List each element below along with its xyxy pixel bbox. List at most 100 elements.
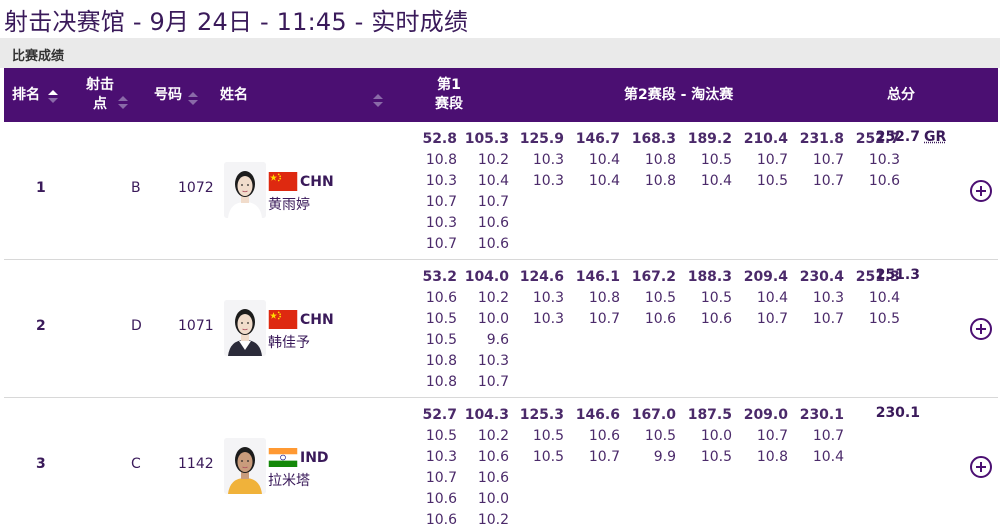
sort-rank-icon[interactable] (48, 90, 58, 104)
stage2-subtotal: 167.2 (626, 267, 676, 288)
table-row: 3 C 1142 IND 拉米塔 52.7 104.3 10.5 10.2 10.3 10.6 10.… (4, 398, 998, 527)
shot-score: 10.5 (407, 309, 457, 330)
shot-score: 10.8 (626, 150, 676, 171)
shot-score: 10.5 (626, 426, 676, 447)
shot-score: 10.8 (626, 171, 676, 192)
shot-score: 10.5 (682, 447, 732, 468)
rank-value: 3 (36, 456, 46, 472)
stage2-subtotal: 188.3 (682, 267, 732, 288)
shot-score: 10.5 (682, 288, 732, 309)
country-code: CHN (300, 174, 334, 190)
total-score: 251.3 (870, 267, 920, 283)
shot-score: 10.8 (407, 372, 457, 393)
shot-score: 10.3 (850, 150, 900, 171)
shot-score: 10.6 (682, 309, 732, 330)
shot-score: 10.6 (459, 468, 509, 489)
header-name[interactable]: 姓名 (220, 86, 248, 105)
page-title: 射击决赛馆 - 9月 24日 - 11:45 - 实时成绩 (4, 2, 468, 36)
stage2-subtotal: 209.4 (738, 267, 788, 288)
shot-score: 10.4 (682, 171, 732, 192)
header-stage1: 第1 赛段 (424, 76, 474, 114)
header-total: 总分 (887, 86, 915, 105)
shot-score: 10.7 (459, 192, 509, 213)
shot-score: 10.6 (407, 288, 457, 309)
table-row: 1 B 1072 CHN 黄雨婷 52.8 105.3 10.8 10.2 10.3 10.4 10.… (4, 122, 998, 260)
country-code: CHN (300, 312, 334, 328)
stage1-subtotal: 52.7 (407, 405, 457, 426)
shot-score: 10.3 (514, 150, 564, 171)
shot-score: 10.0 (459, 309, 509, 330)
country-code: IND (300, 450, 329, 466)
table-row: 2 D 1071 CHN 韩佳予 53.2 104.0 10.6 10.2 10.5 10.0 10.… (4, 260, 998, 398)
shot-score: 10.4 (570, 171, 620, 192)
bib-value: 1072 (178, 180, 214, 196)
stage1-subtotal: 105.3 (459, 129, 509, 150)
shot-score: 10.3 (459, 351, 509, 372)
shot-score: 10.3 (514, 171, 564, 192)
shot-score: 10.8 (407, 150, 457, 171)
shot-score: 10.7 (407, 192, 457, 213)
header-lane[interactable]: 射击 点 (82, 76, 118, 114)
athlete-photo (224, 438, 266, 494)
header-stage2: 第2赛段 - 淘汰赛 (624, 86, 733, 105)
shot-score: 10.2 (459, 426, 509, 447)
shot-score: 10.7 (738, 150, 788, 171)
shot-score: 10.6 (459, 447, 509, 468)
shot-score: 10.3 (407, 447, 457, 468)
shot-score: 10.5 (514, 426, 564, 447)
shot-score: 10.5 (407, 330, 457, 351)
stage2-subtotal: 189.2 (682, 129, 732, 150)
shot-score: 10.8 (570, 288, 620, 309)
shot-score: 10.4 (459, 171, 509, 192)
stage2-subtotal: 231.8 (794, 129, 844, 150)
expand-plus-icon[interactable] (970, 180, 992, 202)
stage2-subtotal: 124.6 (514, 267, 564, 288)
shot-score: 9.9 (626, 447, 676, 468)
stage2-subtotal: 168.3 (626, 129, 676, 150)
stage2-subtotal: 209.0 (738, 405, 788, 426)
shot-score: 10.7 (794, 426, 844, 447)
shot-score: 10.5 (407, 426, 457, 447)
china-flag-icon (268, 310, 298, 329)
record-badge[interactable]: GR (924, 129, 946, 145)
shot-score: 10.5 (514, 447, 564, 468)
rank-value: 2 (36, 318, 46, 334)
shot-score: 10.5 (682, 150, 732, 171)
sort-lane-icon[interactable] (118, 96, 128, 110)
header-bib[interactable]: 号码 (154, 86, 182, 105)
results-table-header: 排名 射击 点 号码 姓名 第1 赛段 第2赛段 - 淘汰赛 总分 (4, 68, 998, 122)
shot-score: 10.7 (407, 468, 457, 489)
rank-value: 1 (36, 180, 46, 196)
lane-value: B (131, 180, 141, 196)
expand-plus-icon[interactable] (970, 456, 992, 478)
shot-score: 10.2 (459, 288, 509, 309)
shot-score: 10.4 (794, 447, 844, 468)
shot-score: 10.0 (682, 426, 732, 447)
shot-score: 10.6 (570, 426, 620, 447)
shot-score: 10.6 (407, 510, 457, 527)
header-rank[interactable]: 排名 (12, 86, 40, 105)
total-score: 252.7 (870, 129, 920, 145)
shot-score: 10.7 (407, 234, 457, 255)
stage2-subtotal: 230.4 (794, 267, 844, 288)
shot-score: 10.6 (407, 489, 457, 510)
shot-score: 10.6 (626, 309, 676, 330)
athlete-name[interactable]: 黄雨婷 (268, 194, 310, 214)
shot-score: 10.6 (459, 234, 509, 255)
expand-plus-icon[interactable] (970, 318, 992, 340)
shot-score: 10.5 (850, 309, 900, 330)
athlete-name[interactable]: 拉米塔 (268, 470, 310, 490)
bib-value: 1142 (178, 456, 214, 472)
shot-score: 10.7 (570, 309, 620, 330)
stage2-subtotal: 146.1 (570, 267, 620, 288)
stage1-subtotal: 52.8 (407, 129, 457, 150)
total-score: 230.1 (870, 405, 920, 421)
stage2-subtotal: 187.5 (682, 405, 732, 426)
stage1-subtotal: 53.2 (407, 267, 457, 288)
sort-name-icon[interactable] (373, 94, 383, 108)
stage2-subtotal: 230.1 (794, 405, 844, 426)
athlete-name[interactable]: 韩佳予 (268, 332, 310, 352)
sort-bib-icon[interactable] (188, 92, 198, 106)
shot-score: 10.4 (850, 288, 900, 309)
china-flag-icon (268, 172, 298, 191)
